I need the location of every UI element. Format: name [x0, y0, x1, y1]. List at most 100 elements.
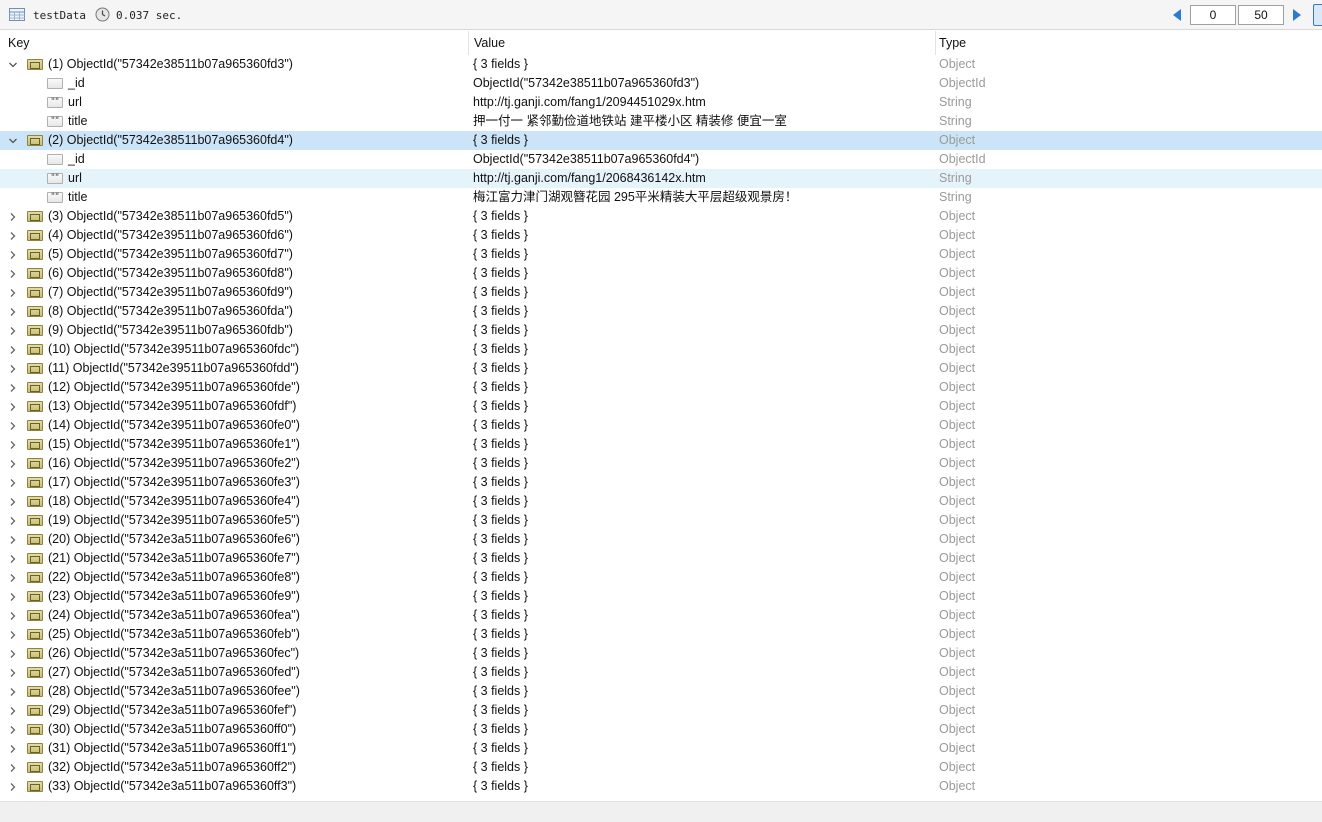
expand-icon[interactable]: [7, 587, 19, 606]
row-type: String: [939, 95, 972, 109]
document-row[interactable]: (6) ObjectId("57342e39511b07a965360fd8")…: [0, 264, 1322, 283]
expand-icon[interactable]: [7, 416, 19, 435]
row-key: (24) ObjectId("57342e3a511b07a965360fea"…: [48, 608, 300, 622]
prev-page-icon[interactable]: [1171, 8, 1183, 22]
document-row[interactable]: (10) ObjectId("57342e39511b07a965360fdc"…: [0, 340, 1322, 359]
expand-icon[interactable]: [7, 302, 19, 321]
expand-icon[interactable]: [7, 454, 19, 473]
row-type: Object: [939, 456, 976, 470]
row-key: (20) ObjectId("57342e3a511b07a965360fe6"…: [48, 532, 300, 546]
field-row[interactable]: _id ObjectId("57342e38511b07a965360fd3") O…: [0, 74, 1322, 93]
expand-icon[interactable]: [7, 207, 19, 226]
row-value: { 3 fields }: [473, 57, 528, 71]
document-row[interactable]: (13) ObjectId("57342e39511b07a965360fdf"…: [0, 397, 1322, 416]
document-row[interactable]: (14) ObjectId("57342e39511b07a965360fe0"…: [0, 416, 1322, 435]
expand-icon[interactable]: [7, 397, 19, 416]
document-row[interactable]: (4) ObjectId("57342e39511b07a965360fd6")…: [0, 226, 1322, 245]
next-page-icon[interactable]: [1291, 8, 1303, 22]
string-type-icon: "": [47, 173, 63, 184]
document-row[interactable]: (23) ObjectId("57342e3a511b07a965360fe9"…: [0, 587, 1322, 606]
row-value: { 3 fields }: [473, 551, 528, 565]
row-key: (25) ObjectId("57342e3a511b07a965360feb"…: [48, 627, 300, 641]
collapse-icon[interactable]: [7, 55, 19, 74]
expand-icon[interactable]: [7, 606, 19, 625]
expand-icon[interactable]: [7, 321, 19, 340]
column-header: Key Value Type: [0, 31, 1322, 55]
row-type: Object: [939, 760, 976, 774]
document-row[interactable]: (8) ObjectId("57342e39511b07a965360fda")…: [0, 302, 1322, 321]
expand-icon[interactable]: [7, 625, 19, 644]
object-type-icon: [27, 401, 43, 412]
expand-icon[interactable]: [7, 682, 19, 701]
field-row[interactable]: "" url http://tj.ganji.com/fang1/209445102…: [0, 93, 1322, 112]
document-row[interactable]: (18) ObjectId("57342e39511b07a965360fe4"…: [0, 492, 1322, 511]
view-mode-button[interactable]: [1313, 4, 1322, 26]
expand-icon[interactable]: [7, 359, 19, 378]
document-row[interactable]: (24) ObjectId("57342e3a511b07a965360fea"…: [0, 606, 1322, 625]
field-row[interactable]: "" title 梅江富力津门湖观簪花园 295平米精装大平层超级观景房！ Strin…: [0, 188, 1322, 207]
collapse-icon[interactable]: [7, 131, 19, 150]
document-row[interactable]: (31) ObjectId("57342e3a511b07a965360ff1"…: [0, 739, 1322, 758]
expand-icon[interactable]: [7, 473, 19, 492]
field-row[interactable]: "" url http://tj.ganji.com/fang1/206843614…: [0, 169, 1322, 188]
key-column-header[interactable]: Key: [0, 31, 469, 55]
expand-icon[interactable]: [7, 758, 19, 777]
expand-icon[interactable]: [7, 340, 19, 359]
document-row[interactable]: (3) ObjectId("57342e38511b07a965360fd5")…: [0, 207, 1322, 226]
expand-icon[interactable]: [7, 663, 19, 682]
expand-icon[interactable]: [7, 226, 19, 245]
row-type: Object: [939, 361, 976, 375]
document-row[interactable]: (21) ObjectId("57342e3a511b07a965360fe7"…: [0, 549, 1322, 568]
document-row[interactable]: (17) ObjectId("57342e39511b07a965360fe3"…: [0, 473, 1322, 492]
skip-input[interactable]: [1190, 5, 1236, 25]
document-row[interactable]: (25) ObjectId("57342e3a511b07a965360feb"…: [0, 625, 1322, 644]
object-type-icon: [27, 496, 43, 507]
expand-icon[interactable]: [7, 720, 19, 739]
row-type: Object: [939, 304, 976, 318]
document-row[interactable]: (29) ObjectId("57342e3a511b07a965360fef"…: [0, 701, 1322, 720]
document-row[interactable]: (2) ObjectId("57342e38511b07a965360fd4")…: [0, 131, 1322, 150]
document-row[interactable]: (32) ObjectId("57342e3a511b07a965360ff2"…: [0, 758, 1322, 777]
document-row[interactable]: (20) ObjectId("57342e3a511b07a965360fe6"…: [0, 530, 1322, 549]
expand-icon[interactable]: [7, 701, 19, 720]
expand-icon[interactable]: [7, 644, 19, 663]
expand-icon[interactable]: [7, 378, 19, 397]
query-toolbar: testData 0.037 sec.: [0, 0, 1322, 30]
expand-icon[interactable]: [7, 777, 19, 796]
object-type-icon: [27, 477, 43, 488]
expand-icon[interactable]: [7, 435, 19, 454]
limit-input[interactable]: [1238, 5, 1284, 25]
expand-icon[interactable]: [7, 739, 19, 758]
document-row[interactable]: (22) ObjectId("57342e3a511b07a965360fe8"…: [0, 568, 1322, 587]
field-row[interactable]: _id ObjectId("57342e38511b07a965360fd4") O…: [0, 150, 1322, 169]
expand-icon[interactable]: [7, 549, 19, 568]
document-row[interactable]: (28) ObjectId("57342e3a511b07a965360fee"…: [0, 682, 1322, 701]
expand-icon[interactable]: [7, 283, 19, 302]
document-row[interactable]: (7) ObjectId("57342e39511b07a965360fd9")…: [0, 283, 1322, 302]
document-row[interactable]: (9) ObjectId("57342e39511b07a965360fdb")…: [0, 321, 1322, 340]
document-row[interactable]: (15) ObjectId("57342e39511b07a965360fe1"…: [0, 435, 1322, 454]
type-column-header[interactable]: Type: [936, 31, 1322, 55]
value-column-header[interactable]: Value: [469, 31, 936, 55]
row-type: Object: [939, 247, 976, 261]
expand-icon[interactable]: [7, 511, 19, 530]
row-key: (13) ObjectId("57342e39511b07a965360fdf"…: [48, 399, 297, 413]
collection-name: testData: [33, 9, 86, 22]
document-row[interactable]: (33) ObjectId("57342e3a511b07a965360ff3"…: [0, 777, 1322, 796]
row-key: (27) ObjectId("57342e3a511b07a965360fed"…: [48, 665, 300, 679]
expand-icon[interactable]: [7, 264, 19, 283]
expand-icon[interactable]: [7, 245, 19, 264]
document-row[interactable]: (11) ObjectId("57342e39511b07a965360fdd"…: [0, 359, 1322, 378]
expand-icon[interactable]: [7, 492, 19, 511]
document-row[interactable]: (1) ObjectId("57342e38511b07a965360fd3")…: [0, 55, 1322, 74]
expand-icon[interactable]: [7, 568, 19, 587]
document-row[interactable]: (5) ObjectId("57342e39511b07a965360fd7")…: [0, 245, 1322, 264]
document-row[interactable]: (12) ObjectId("57342e39511b07a965360fde"…: [0, 378, 1322, 397]
document-row[interactable]: (26) ObjectId("57342e3a511b07a965360fec"…: [0, 644, 1322, 663]
document-row[interactable]: (19) ObjectId("57342e39511b07a965360fe5"…: [0, 511, 1322, 530]
document-row[interactable]: (16) ObjectId("57342e39511b07a965360fe2"…: [0, 454, 1322, 473]
expand-icon[interactable]: [7, 530, 19, 549]
document-row[interactable]: (30) ObjectId("57342e3a511b07a965360ff0"…: [0, 720, 1322, 739]
document-row[interactable]: (27) ObjectId("57342e3a511b07a965360fed"…: [0, 663, 1322, 682]
field-row[interactable]: "" title 押一付一 紧邻勤俭道地铁站 建平楼小区 精装修 便宜一室 Strin…: [0, 112, 1322, 131]
